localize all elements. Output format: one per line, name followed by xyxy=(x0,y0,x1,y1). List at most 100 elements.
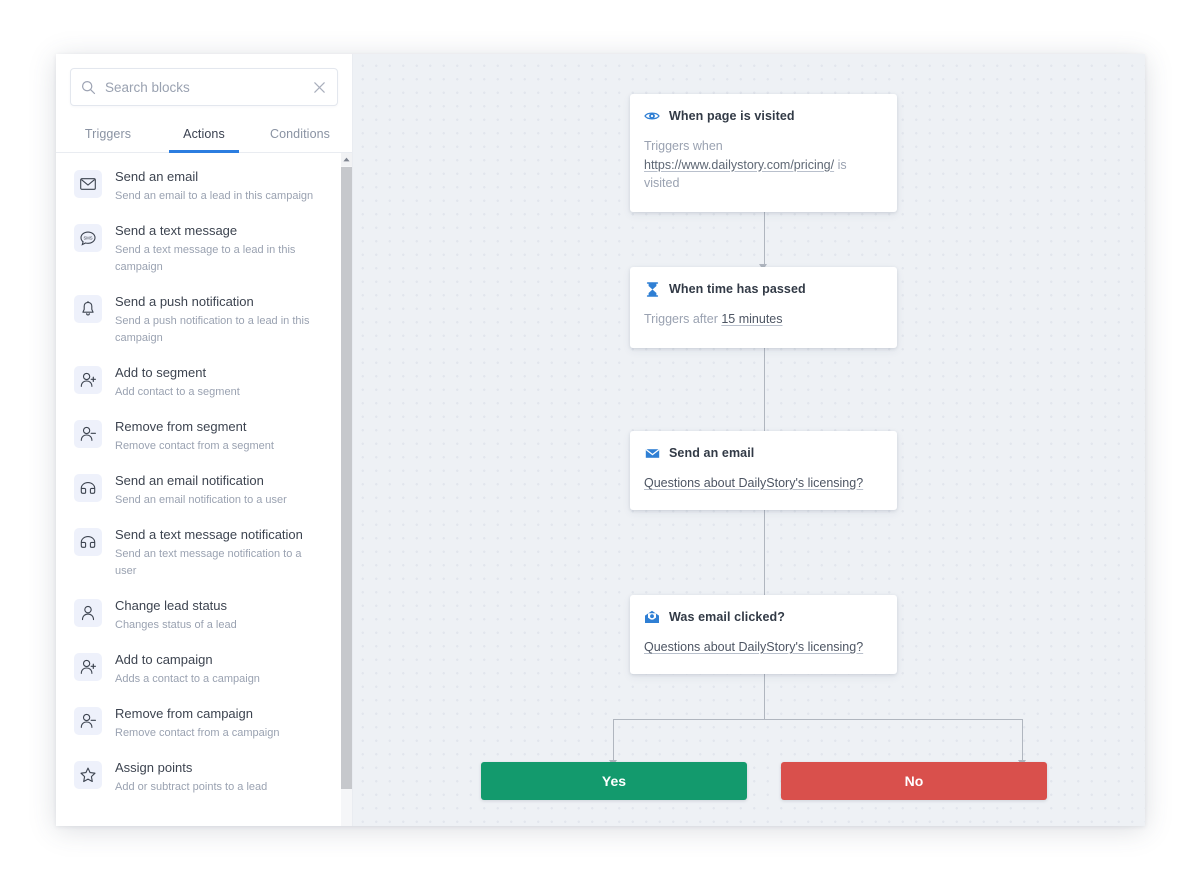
block-list-item[interactable]: Add to segment Add contact to a segment xyxy=(74,356,346,410)
block-item-description: Remove contact from a campaign xyxy=(115,727,280,739)
email-open-icon xyxy=(644,609,660,625)
workflow-canvas[interactable]: When page is visited Triggers when https… xyxy=(353,54,1145,826)
block-category-tabs: Triggers Actions Conditions xyxy=(56,118,352,153)
node-title: When time has passed xyxy=(669,282,806,296)
block-item-text: Send a text message notification Send an … xyxy=(115,527,315,580)
star-icon xyxy=(74,761,102,789)
branch-button-yes[interactable]: Yes xyxy=(481,762,747,800)
block-item-text: Send an email Send an email to a lead in … xyxy=(115,169,313,205)
tab-actions[interactable]: Actions xyxy=(156,118,252,153)
bell-icon xyxy=(74,295,102,323)
svg-text:SMS: SMS xyxy=(83,235,92,240)
block-item-title: Send an email notification xyxy=(115,473,264,488)
app-window: Triggers Actions Conditions Send an emai… xyxy=(56,54,1145,826)
branch-label-no: No xyxy=(904,773,924,789)
sidebar-scrollbar-thumb[interactable] xyxy=(341,167,352,789)
block-item-title: Change lead status xyxy=(115,598,228,613)
node-was-email-clicked[interactable]: Was email clicked? Questions about Daily… xyxy=(630,595,897,674)
node-body: Triggers when https://www.dailystory.com… xyxy=(644,137,882,193)
user-minus-icon xyxy=(74,420,102,448)
user-plus-icon xyxy=(74,366,102,394)
block-item-text: Remove from segment Remove contact from a… xyxy=(115,419,274,455)
block-item-description: Add contact to a segment xyxy=(115,386,240,398)
node-body-link[interactable]: https://www.dailystory.com/pricing/ xyxy=(644,158,834,172)
hourglass-icon xyxy=(644,281,660,297)
node-body-link[interactable]: 15 minutes xyxy=(721,312,782,326)
block-list-item[interactable]: Change lead status Changes status of a le… xyxy=(74,589,346,643)
block-item-description: Changes status of a lead xyxy=(115,619,237,631)
connector-4-left xyxy=(613,719,615,763)
node-when-time-has-passed[interactable]: When time has passed Triggers after 15 m… xyxy=(630,267,897,348)
block-list-item[interactable]: Send an email notification Send an email … xyxy=(74,464,346,518)
envelope-icon xyxy=(74,170,102,198)
block-item-title: Add to campaign xyxy=(115,652,213,667)
block-item-title: Send an email xyxy=(115,169,199,184)
node-header: When time has passed xyxy=(644,281,882,297)
node-send-an-email[interactable]: Send an email Questions about DailyStory… xyxy=(630,431,897,510)
block-item-title: Send a text message notification xyxy=(115,527,303,542)
blocks-list: Send an email Send an email to a lead in … xyxy=(56,160,352,805)
search-icon xyxy=(81,80,96,94)
node-when-page-is-visited[interactable]: When page is visited Triggers when https… xyxy=(630,94,897,212)
block-item-description: Remove contact from a segment xyxy=(115,440,274,452)
block-item-text: Send a push notification Send a push noti… xyxy=(115,294,315,347)
envelope-icon xyxy=(644,445,660,461)
connector-2 xyxy=(763,347,765,435)
branch-button-no[interactable]: No xyxy=(781,762,1047,800)
connector-4-right xyxy=(1022,719,1024,763)
block-list-item[interactable]: Add to campaign Adds a contact to a campa… xyxy=(74,643,346,697)
node-body-prefix: Triggers after xyxy=(644,312,722,326)
node-title: Was email clicked? xyxy=(669,610,785,624)
connector-3 xyxy=(763,510,765,598)
node-body: Questions about DailyStory's licensing? xyxy=(644,638,882,657)
block-item-description: Adds a contact to a campaign xyxy=(115,673,260,685)
block-list-item[interactable]: Remove from segment Remove contact from a… xyxy=(74,410,346,464)
scroll-up-arrow-icon[interactable] xyxy=(341,153,352,166)
block-list-item[interactable]: Send an email Send an email to a lead in … xyxy=(74,160,346,214)
search-input[interactable] xyxy=(105,79,312,95)
block-list-item[interactable]: Remove from campaign Remove contact from … xyxy=(74,697,346,751)
user-icon xyxy=(74,599,102,627)
node-title: When page is visited xyxy=(669,109,795,123)
block-item-text: Remove from campaign Remove contact from … xyxy=(115,706,279,742)
block-item-title: Remove from campaign xyxy=(115,706,253,721)
block-item-description: Send a push notification to a lead in th… xyxy=(115,315,310,344)
notification-icon xyxy=(74,474,102,502)
block-item-text: Change lead status Changes status of a le… xyxy=(115,598,237,634)
node-body-link[interactable]: Questions about DailyStory's licensing? xyxy=(644,640,863,654)
eye-icon xyxy=(644,108,660,124)
node-header: Send an email xyxy=(644,445,882,461)
connector-4-bar xyxy=(613,719,1023,721)
block-list-item[interactable]: Assign points Add or subtract points to a… xyxy=(74,751,346,805)
block-item-description: Add or subtract points to a lead xyxy=(115,781,268,793)
close-icon[interactable] xyxy=(312,80,327,95)
node-body: Triggers after 15 minutes xyxy=(644,310,882,329)
search-container xyxy=(56,54,352,106)
block-item-description: Send an text message notification to a u… xyxy=(115,548,302,577)
notification-icon xyxy=(74,528,102,556)
tab-triggers[interactable]: Triggers xyxy=(60,118,156,152)
connector-1 xyxy=(763,211,765,266)
block-list-item[interactable]: SMS Send a text message Send a text messag… xyxy=(74,214,346,285)
tab-conditions[interactable]: Conditions xyxy=(252,118,348,152)
node-body-link[interactable]: Questions about DailyStory's licensing? xyxy=(644,476,863,490)
sidebar-scrollbar-track[interactable] xyxy=(341,153,352,826)
blocks-scroll-area: Send an email Send an email to a lead in … xyxy=(56,153,352,826)
node-header: Was email clicked? xyxy=(644,609,882,625)
block-item-text: Send a text message Send a text message t… xyxy=(115,223,315,276)
block-item-description: Send an email notification to a user xyxy=(115,494,287,506)
block-item-title: Remove from segment xyxy=(115,419,247,434)
block-item-title: Send a text message xyxy=(115,223,238,238)
node-body-prefix: Triggers when xyxy=(644,139,723,153)
node-header: When page is visited xyxy=(644,108,882,124)
block-list-item[interactable]: Send a push notification Send a push noti… xyxy=(74,285,346,356)
search-blocks-box[interactable] xyxy=(70,68,338,106)
block-item-text: Assign points Add or subtract points to a… xyxy=(115,760,267,796)
block-item-text: Send an email notification Send an email … xyxy=(115,473,287,509)
block-list-item[interactable]: Send a text message notification Send an … xyxy=(74,518,346,589)
chat-bubble-icon: SMS xyxy=(74,224,102,252)
block-item-text: Add to segment Add contact to a segment xyxy=(115,365,240,401)
user-plus-icon xyxy=(74,653,102,681)
block-item-description: Send an email to a lead in this campaign xyxy=(115,190,314,202)
blocks-sidebar: Triggers Actions Conditions Send an emai… xyxy=(56,54,353,826)
